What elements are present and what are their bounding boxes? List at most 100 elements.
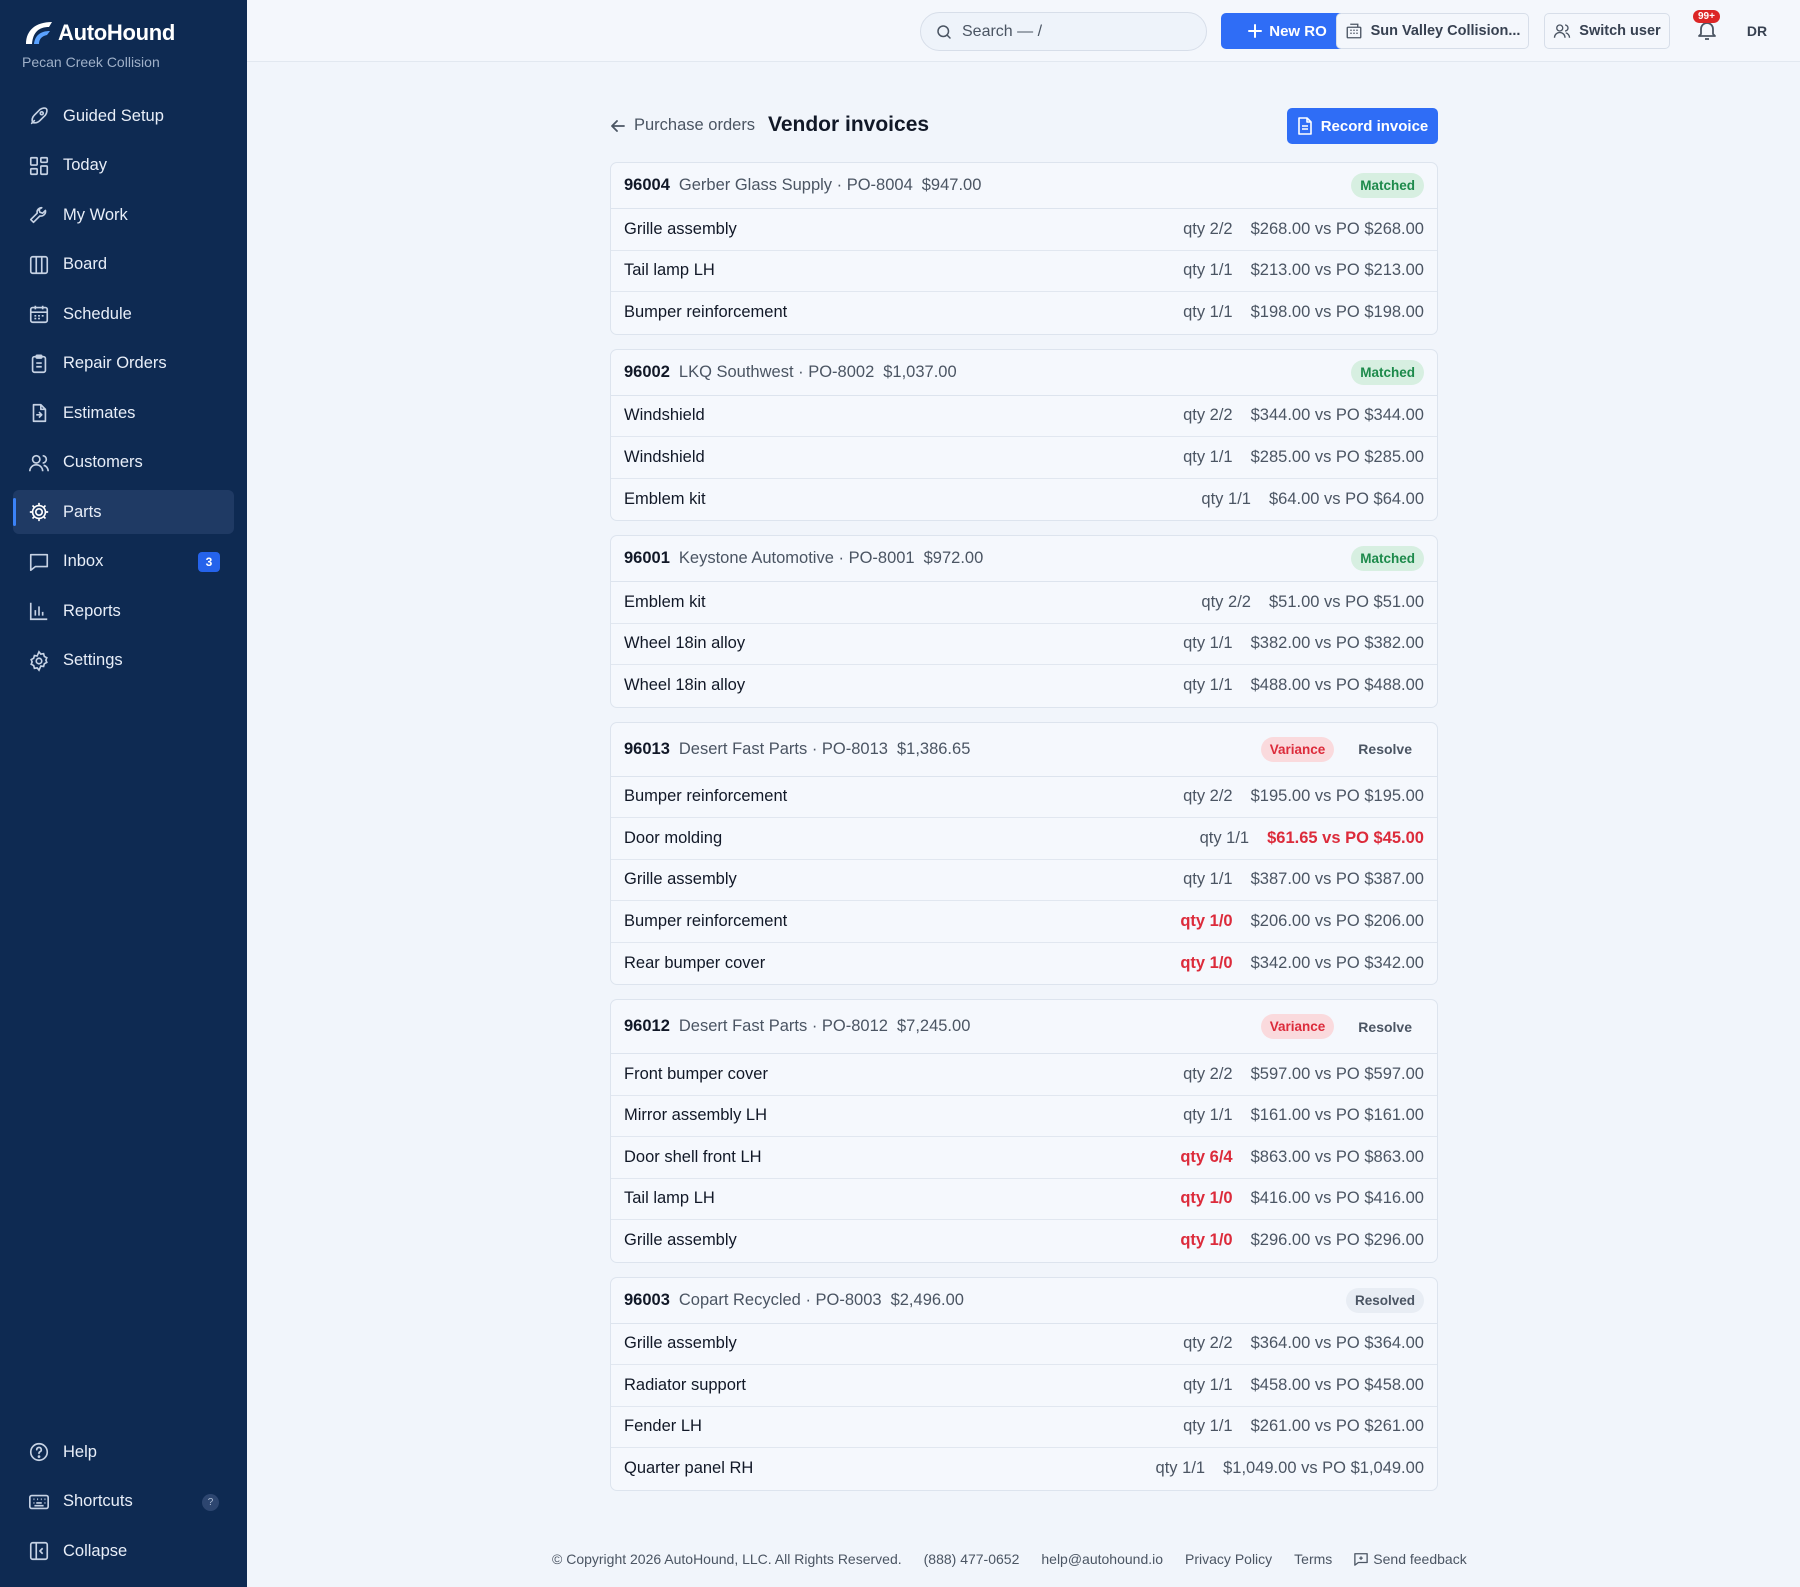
invoice-line-row[interactable]: Grille assembly qty 1/0 $296.00 vs PO $296… xyxy=(611,1220,1437,1262)
line-item-qty: qty 1/1 xyxy=(1183,676,1233,695)
invoice-total: $1,037.00 xyxy=(883,362,957,381)
users-icon xyxy=(28,452,50,474)
invoice-line-row[interactable]: Bumper reinforcement qty 1/0 $206.00 vs PO… xyxy=(611,901,1437,943)
back-link[interactable]: Purchase orders xyxy=(610,116,755,135)
sidebar-bottom: Help Shortcuts ? Collapse xyxy=(13,1430,234,1579)
support-phone[interactable]: (888) 477-0652 xyxy=(924,1551,1020,1567)
send-feedback-link[interactable]: Send feedback xyxy=(1354,1551,1467,1567)
feedback-icon xyxy=(1354,1552,1369,1566)
invoice-line-row[interactable]: Bumper reinforcement qty 2/2 $195.00 vs PO… xyxy=(611,777,1437,818)
sidebar-item-guided-setup[interactable]: Guided Setup xyxy=(13,94,234,138)
invoice-line-row[interactable]: Door shell front LH qty 6/4 $863.00 vs PO … xyxy=(611,1137,1437,1179)
invoice-number: 96002 xyxy=(624,362,670,381)
gear-icon xyxy=(28,501,50,523)
invoice-line-row[interactable]: Grille assembly qty 1/1 $387.00 vs PO $387… xyxy=(611,860,1437,901)
avatar[interactable]: DR xyxy=(1741,16,1773,46)
resolve-button[interactable]: Resolve xyxy=(1346,1013,1424,1041)
invoice-total: $1,386.65 xyxy=(896,739,971,758)
record-invoice-button[interactable]: Record invoice xyxy=(1287,108,1438,144)
sidebar-item-reports[interactable]: Reports xyxy=(13,589,234,633)
invoice-line-row[interactable]: Bumper reinforcement qty 1/1 $198.00 vs PO… xyxy=(611,292,1437,334)
line-item-name: Wheel 18in alloy xyxy=(624,676,746,695)
invoice-line-row[interactable]: Front bumper cover qty 2/2 $597.00 vs PO $… xyxy=(611,1054,1437,1096)
line-item-qty: qty 1/1 xyxy=(1183,1375,1233,1394)
page-header: Purchase orders Vendor invoices Record i… xyxy=(610,108,1438,144)
sidebar-item-collapse[interactable]: Collapse xyxy=(13,1529,234,1573)
invoice-line-row[interactable]: Grille assembly qty 2/2 $364.00 vs PO $364… xyxy=(611,1324,1437,1365)
invoice-header[interactable]: 96003 Copart Recycled · PO-8003 $2,496.00 R… xyxy=(611,1278,1437,1324)
new-ro-button[interactable]: New RO xyxy=(1221,13,1354,49)
invoice-line-row[interactable]: Emblem kit qty 2/2 $51.00 vs PO $51.00 xyxy=(611,582,1437,624)
support-email[interactable]: help@autohound.io xyxy=(1041,1551,1163,1567)
line-item-qty: qty 1/1 xyxy=(1199,828,1250,847)
invoice-vendor-po: Copart Recycled · PO-8003 xyxy=(678,1290,882,1309)
shortcut-key-badge: ? xyxy=(202,1493,219,1511)
line-item-qty: qty 1/0 xyxy=(1180,1189,1233,1208)
invoice-vendor-po: Keystone Automotive · PO-8001 xyxy=(678,549,915,567)
sidebar-item-label: Inbox xyxy=(63,552,104,570)
sidebar-item-repair-orders[interactable]: Repair Orders xyxy=(13,342,234,386)
sidebar-item-today[interactable]: Today xyxy=(13,144,234,188)
invoice-line-row[interactable]: Tail lamp LH qty 1/0 $416.00 vs PO $416.00 xyxy=(611,1179,1437,1220)
sidebar-item-estimates[interactable]: Estimates xyxy=(13,391,234,435)
invoice-header[interactable]: 96002 LKQ Southwest · PO-8002 $1,037.00 Mat… xyxy=(611,350,1437,396)
invoice-line-row[interactable]: Wheel 18in alloy qty 1/1 $382.00 vs PO $38… xyxy=(611,624,1437,665)
invoice-line-row[interactable]: Quarter panel RH qty 1/1 $1,049.00 vs PO $… xyxy=(611,1448,1437,1490)
line-item-qty: qty 1/1 xyxy=(1183,303,1233,322)
invoice-line-row[interactable]: Grille assembly qty 2/2 $268.00 vs PO $268… xyxy=(611,209,1437,251)
invoice-line-row[interactable]: Door molding qty 1/1 $61.65 vs PO $45.00 xyxy=(611,818,1437,860)
invoice-vendor-po: Gerber Glass Supply · PO-8004 xyxy=(678,176,913,194)
line-item-qty: qty 2/2 xyxy=(1183,1334,1233,1353)
invoice-line-row[interactable]: Emblem kit qty 1/1 $64.00 vs PO $64.00 xyxy=(611,479,1437,521)
line-item-qty: qty 1/1 xyxy=(1155,1459,1206,1478)
status-badge: Matched xyxy=(1351,359,1424,385)
topbar: Search — / New RO Sun Valley Collision..… xyxy=(247,0,1800,62)
invoice-header[interactable]: 96004 Gerber Glass Supply · PO-8004 $947.0… xyxy=(611,163,1437,209)
line-item-qty: qty 6/4 xyxy=(1180,1147,1233,1166)
line-item-qty: qty 2/2 xyxy=(1183,406,1233,425)
location-switcher-button[interactable]: Sun Valley Collision... xyxy=(1336,13,1529,49)
invoice-number: 96004 xyxy=(624,176,670,194)
switch-user-button[interactable]: Switch user xyxy=(1544,13,1670,49)
sidebar-item-label: Board xyxy=(63,255,108,273)
sidebar-item-parts[interactable]: Parts xyxy=(13,490,234,534)
invoice-line-row[interactable]: Fender LH qty 1/1 $261.00 vs PO $261.00 xyxy=(611,1407,1437,1448)
invoice-line-row[interactable]: Tail lamp LH qty 1/1 $213.00 vs PO $213.00 xyxy=(611,251,1437,292)
brand[interactable]: AutoHound Pecan Creek Collision xyxy=(22,18,175,70)
line-item-name: Windshield xyxy=(624,406,705,425)
invoice-line-row[interactable]: Windshield qty 2/2 $344.00 vs PO $344.00 xyxy=(611,396,1437,437)
invoice-line-row[interactable]: Mirror assembly LH qty 1/1 $161.00 vs PO $… xyxy=(611,1096,1437,1137)
invoice-header[interactable]: 96013 Desert Fast Parts · PO-8013 $1,386.6… xyxy=(611,723,1437,777)
invoice-header[interactable]: 96012 Desert Fast Parts · PO-8012 $7,245.0… xyxy=(611,1000,1437,1054)
invoice-line-row[interactable]: Wheel 18in alloy qty 1/1 $488.00 vs PO $48… xyxy=(611,665,1437,707)
sidebar-item-schedule[interactable]: Schedule xyxy=(13,292,234,336)
status-badge: Variance xyxy=(1260,1014,1335,1039)
line-item-name: Tail lamp LH xyxy=(624,1189,715,1208)
search-input[interactable]: Search — / xyxy=(920,12,1207,51)
terms-link[interactable]: Terms xyxy=(1294,1551,1332,1567)
invoice-line-row[interactable]: Windshield qty 1/1 $285.00 vs PO $285.00 xyxy=(611,437,1437,479)
line-item-name: Fender LH xyxy=(624,1417,702,1436)
back-link-label: Purchase orders xyxy=(634,116,756,134)
resolve-button[interactable]: Resolve xyxy=(1346,735,1424,763)
line-item-name: Front bumper cover xyxy=(624,1064,768,1083)
sidebar-item-board[interactable]: Board xyxy=(13,243,234,287)
sidebar-item-my-work[interactable]: My Work xyxy=(13,193,234,237)
sidebar-item-inbox[interactable]: Inbox 3 xyxy=(13,540,234,584)
invoice-vendor-po: LKQ Southwest · PO-8002 xyxy=(678,362,875,381)
invoice-line-row[interactable]: Radiator support qty 1/1 $458.00 vs PO $45… xyxy=(611,1365,1437,1407)
line-item-price: $382.00 vs PO $382.00 xyxy=(1250,634,1424,653)
invoice-line-row[interactable]: Rear bumper cover qty 1/0 $342.00 vs PO $3… xyxy=(611,943,1437,985)
privacy-policy-link[interactable]: Privacy Policy xyxy=(1185,1551,1272,1567)
sidebar-item-help[interactable]: Help xyxy=(13,1430,234,1474)
line-item-price: $416.00 vs PO $416.00 xyxy=(1250,1189,1424,1208)
line-item-price: $458.00 vs PO $458.00 xyxy=(1250,1375,1424,1394)
bar-chart-icon xyxy=(28,600,50,622)
sidebar-item-settings[interactable]: Settings xyxy=(13,639,234,683)
invoice-header[interactable]: 96001 Keystone Automotive · PO-8001 $972.0… xyxy=(611,536,1437,582)
dashboard-icon xyxy=(28,155,50,177)
sidebar-item-customers[interactable]: Customers xyxy=(13,441,234,485)
sidebar-item-shortcuts[interactable]: Shortcuts ? xyxy=(13,1480,234,1524)
sidebar-item-label: Repair Orders xyxy=(63,354,167,372)
document-icon xyxy=(1297,117,1313,135)
